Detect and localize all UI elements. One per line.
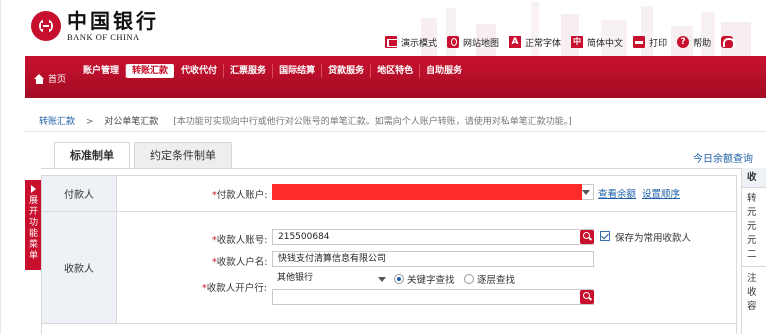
form-tabs: 标准制单 约定条件制单 (54, 142, 236, 169)
tab-standard[interactable]: 标准制单 (54, 142, 130, 169)
site-map-label: 网站地图 (463, 38, 500, 49)
check-balance-link[interactable]: 查看余额 (598, 186, 636, 200)
payee-account-label: *收款人账号: (212, 235, 268, 246)
font-size-label: 正常字体 (525, 38, 562, 49)
payee-account-input[interactable]: 215500684 (272, 229, 594, 245)
page: 中国银行 BANK OF CHINA 演示模式 网站地图 A 正常字体 中 简体… (0, 0, 766, 334)
nav-home-label: 首页 (48, 75, 67, 85)
payee-account-label-text: 收款人账号: (216, 235, 268, 246)
payer-account-label: *付款人账户: (212, 190, 268, 201)
payee-section-label: 收款人 (42, 212, 117, 323)
bank-type-select[interactable]: 其他银行 (272, 271, 386, 287)
today-balance-link[interactable]: 今日余额查询 (693, 150, 753, 165)
tab-divider (41, 168, 766, 169)
nav-item-account[interactable]: 账户管理 (77, 64, 127, 78)
level-search-radio[interactable] (464, 274, 474, 284)
presentation-icon (385, 36, 398, 48)
breadcrumb-parent[interactable]: 转账汇款 (39, 117, 75, 127)
language-link[interactable]: 中 简体中文 (571, 36, 623, 49)
help-label: 帮助 (693, 38, 712, 49)
level-search-label: 逐层查找 (477, 275, 516, 286)
present-mode-label: 演示模式 (401, 38, 438, 49)
keyword-search-radio[interactable] (394, 274, 404, 284)
expand-menu-label: 展开功能菜单 (29, 196, 39, 261)
payer-section-label: 付款人 (42, 176, 117, 211)
bank-logo[interactable]: 中国银行 BANK OF CHINA (31, 10, 159, 42)
font-size-link[interactable]: A 正常字体 (509, 36, 561, 49)
logo-text: 中国银行 BANK OF CHINA (67, 10, 159, 42)
save-payee-label: 保存为常用收款人 (615, 233, 692, 244)
present-mode-link[interactable]: 演示模式 (385, 36, 437, 49)
print-label: 打印 (649, 38, 668, 49)
right-panel-divider (742, 266, 766, 267)
nav-item-regional[interactable]: 地区特色 (371, 64, 421, 78)
right-panel-text-1: 转元元元二 (747, 193, 757, 260)
payer-account-label-text: 付款人账户: (216, 190, 268, 201)
payee-name-label: *收款人户名: (212, 257, 268, 268)
breadcrumb: 转账汇款 > 对公单笔汇款 [本功能可实现向中行或他行对公账号的单笔汇款。如需向… (39, 114, 572, 127)
logo-en: BANK OF CHINA (67, 32, 140, 42)
nav-items: 账户管理 转账汇款 代收代付 汇票服务 国际结算 贷款服务 地区特色 自助服务 (77, 64, 468, 78)
payer-row: 付款人 *付款人账户: 查看余额 设置顺序 (42, 176, 736, 212)
nav-item-loan[interactable]: 贷款服务 (322, 64, 372, 78)
customer-service-link[interactable] (721, 36, 737, 48)
home-icon (34, 73, 45, 84)
headset-icon (721, 36, 736, 48)
logo-cn: 中国银行 (67, 9, 159, 33)
nav-item-transfer[interactable]: 转账汇款 (126, 64, 175, 78)
main-nav: 首页 账户管理 转账汇款 代收代付 汇票服务 国际结算 贷款服务 地区特色 自助… (25, 56, 766, 98)
search-icon[interactable] (580, 230, 594, 244)
payer-account-redacted (272, 184, 582, 200)
payee-name-input[interactable]: 快钱支付清算信息有限公司 (272, 251, 594, 267)
nav-home[interactable]: 首页 (34, 72, 66, 85)
chevron-down-icon[interactable] (582, 190, 590, 195)
expand-menu-button[interactable]: 展开功能菜单 (25, 180, 42, 270)
top-toolbar: 演示模式 网站地图 A 正常字体 中 简体中文 打印 ? 帮助 (385, 33, 747, 51)
payee-bank-label: *收款人开户行: (202, 283, 267, 294)
print-link[interactable]: 打印 (633, 36, 667, 49)
breadcrumb-current: 对公单笔汇款 (104, 117, 159, 127)
nav-item-collection[interactable]: 代收代付 (175, 64, 225, 78)
keyword-search-label: 关键字查找 (407, 275, 455, 286)
expand-arrow-icon (31, 185, 36, 193)
help-link[interactable]: ? 帮助 (677, 36, 711, 49)
breadcrumb-note: [本功能可实现向中行或他行对公账号的单笔汇款。如需向个人账户转账，请使用对私单笔… (173, 117, 572, 127)
font-icon: A (509, 36, 522, 48)
right-panel-head: 收 (742, 168, 766, 188)
payee-name-label-text: 收款人户名: (216, 257, 268, 268)
language-label: 简体中文 (587, 38, 624, 49)
set-order-link[interactable]: 设置顺序 (642, 186, 680, 200)
nav-item-intl[interactable]: 国际结算 (273, 64, 323, 78)
help-icon: ? (677, 36, 690, 48)
header: 中国银行 BANK OF CHINA 演示模式 网站地图 A 正常字体 中 简体… (1, 0, 766, 56)
printer-icon (633, 36, 646, 48)
breadcrumb-separator: > (85, 117, 94, 127)
tab-conditional[interactable]: 约定条件制单 (134, 142, 232, 168)
divider (25, 131, 766, 132)
language-icon: 中 (571, 36, 584, 48)
payee-bank-label-text: 收款人开户行: (206, 283, 267, 294)
bank-keyword-input[interactable] (272, 289, 594, 305)
save-payee-checkbox[interactable] (600, 231, 610, 241)
location-pin-icon (447, 36, 460, 48)
search-icon[interactable] (580, 290, 594, 304)
transfer-form: 付款人 *付款人账户: 查看余额 设置顺序 收款人 *收款人账号: 215500… (41, 175, 737, 334)
right-info-panel: 收 转元元元二 注收容 (741, 168, 766, 334)
boc-logo-icon (31, 11, 61, 41)
nav-item-draft[interactable]: 汇票服务 (224, 64, 274, 78)
right-panel-text-2: 注收容 (747, 273, 757, 312)
nav-item-self-service[interactable]: 自助服务 (420, 64, 468, 78)
chevron-down-icon[interactable] (378, 277, 386, 282)
payee-row: 收款人 *收款人账号: 215500684 保存为常用收款人 *收款人户名: 快… (42, 212, 736, 324)
site-map-link[interactable]: 网站地图 (447, 36, 499, 49)
